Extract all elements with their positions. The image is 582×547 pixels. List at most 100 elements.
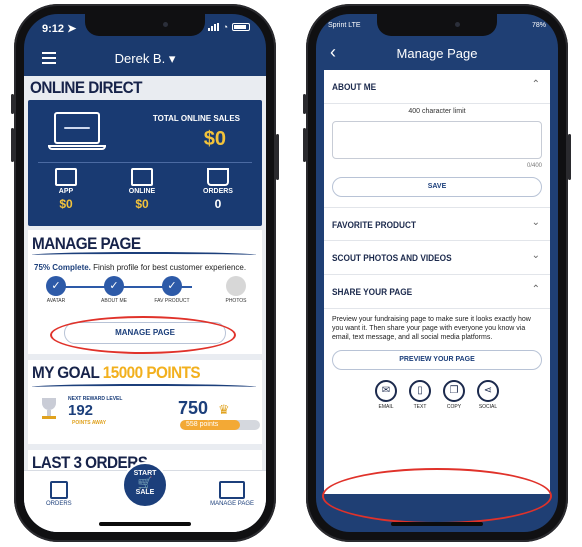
accordion-title: SCOUT PHOTOS AND VIDEOS: [332, 253, 452, 263]
sale-label: SALE: [135, 489, 155, 496]
share-copy[interactable]: ❐ COPY: [441, 380, 467, 410]
mute-switch: [303, 94, 306, 114]
online-direct-title: ONLINE DIRECT: [30, 78, 143, 97]
accordion-about-me[interactable]: ABOUT ME ⌃: [324, 70, 550, 104]
dashboard: ONLINE DIRECT TOTAL ONLINE SALES $0 APP …: [24, 76, 266, 532]
accordion-title: FAVORITE PRODUCT: [332, 220, 417, 230]
power-button: [568, 134, 571, 180]
step-photos[interactable]: PHOTOS: [214, 276, 258, 304]
completion-text: 75% Complete. Finish profile for best cu…: [34, 263, 246, 272]
crown-icon: ♛: [218, 402, 230, 417]
goal-title-prefix: MY GOAL: [32, 363, 103, 382]
profile-card-icon: [219, 481, 246, 499]
stat-value: $0: [135, 197, 149, 211]
notch: [85, 14, 205, 36]
mute-switch: [11, 94, 14, 114]
chevron-down-icon: ⌄: [531, 250, 540, 261]
manage-page-content: ABOUT ME ⌃ 400 character limit 0/400 SAV…: [324, 70, 550, 494]
tab-manage-page[interactable]: MANAGE PAGE: [210, 481, 254, 507]
points-away-label: POINTS AWAY: [72, 420, 107, 426]
stat-online: ONLINE $0: [112, 168, 172, 211]
share-label: EMAIL: [378, 404, 394, 410]
cart-icon: [207, 168, 229, 186]
volume-up-button: [303, 128, 306, 162]
swoosh-divider: [32, 252, 256, 258]
char-limit-note: 400 character limit: [408, 108, 466, 115]
total-online-sales-label: TOTAL ONLINE SALES: [152, 114, 240, 123]
preview-page-button[interactable]: PREVIEW YOUR PAGE: [332, 350, 542, 370]
monitor-icon: [131, 168, 153, 186]
stat-label: APP: [58, 188, 74, 195]
status-icons: ◔: [207, 22, 250, 32]
laptop-icon: [48, 112, 106, 152]
carrier-label: Sprint LTE: [328, 22, 361, 29]
battery-percent: 78%: [531, 22, 546, 29]
step-fav-product[interactable]: ✓ FAV PRODUCT: [150, 276, 194, 304]
phone-left: 9:12 ➤ ◔ Derek B. ▾ ONLINE DIRECT TOTAL …: [11, 4, 279, 542]
trophy-icon: [36, 398, 62, 422]
next-reward-value: 192: [68, 402, 94, 419]
email-icon: ✉: [375, 380, 397, 402]
share-label: COPY: [446, 404, 462, 410]
tab-label: MANAGE PAGE: [210, 501, 254, 507]
accordion-favorite-product[interactable]: FAVORITE PRODUCT ⌄: [324, 207, 550, 241]
home-indicator: [391, 522, 483, 526]
notch: [377, 14, 497, 36]
stat-value: $0: [59, 197, 73, 211]
user-switcher[interactable]: Derek B. ▾: [24, 51, 266, 67]
manage-page-button[interactable]: MANAGE PAGE: [64, 322, 226, 344]
completion-percent: 75% Complete.: [34, 263, 91, 272]
divider: [38, 162, 252, 163]
share-label: SOCIAL: [478, 404, 498, 410]
home-indicator: [99, 522, 191, 526]
phone-right: Sprint LTE 78% ‹ Manage Page ABOUT ME ⌃ …: [303, 4, 571, 542]
share-options: ✉ EMAIL ▯ TEXT ❐ COPY ⋖ SOCIAL: [324, 380, 550, 410]
goal-title: MY GOAL 15000 POINTS: [32, 363, 201, 383]
step-about-me[interactable]: ✓ ABOUT ME: [92, 276, 136, 304]
total-online-sales-value: $0: [203, 128, 226, 150]
step-avatar[interactable]: ✓ AVATAR: [34, 276, 78, 304]
page-title: Manage Page: [396, 46, 478, 61]
step-label: FAV PRODUCT: [154, 298, 190, 304]
share-text[interactable]: ▯ TEXT: [407, 380, 433, 410]
power-button: [276, 134, 279, 180]
app-header: Derek B. ▾: [24, 40, 266, 76]
share-social[interactable]: ⋖ SOCIAL: [475, 380, 501, 410]
screen-left: 9:12 ➤ ◔ Derek B. ▾ ONLINE DIRECT TOTAL …: [24, 14, 266, 532]
accordion-share[interactable]: SHARE YOUR PAGE ⌃: [324, 275, 550, 309]
stat-label: ORDERS: [203, 188, 233, 195]
page-header: ‹ Manage Page: [316, 36, 558, 70]
signal-icon: [207, 23, 219, 31]
phone-icon: ▯: [409, 380, 431, 402]
points-total: 750: [178, 398, 209, 418]
wifi-icon: ◔: [222, 22, 228, 32]
goal-title-points: 15000 POINTS: [102, 363, 201, 382]
stat-value: 0: [214, 197, 222, 211]
check-icon: ✓: [162, 276, 182, 296]
profile-steps: ✓ AVATAR ✓ ABOUT ME ✓ FAV PRODUCT PHOTOS: [34, 276, 256, 316]
points-progress-bar: 558 points: [180, 420, 260, 430]
step-label: PHOTOS: [225, 298, 247, 304]
check-icon: ✓: [46, 276, 66, 296]
manage-page-card: MANAGE PAGE 75% Complete. Finish profile…: [28, 230, 262, 354]
accordion-title: ABOUT ME: [332, 82, 377, 92]
stage: 9:12 ➤ ◔ Derek B. ▾ ONLINE DIRECT TOTAL …: [0, 0, 582, 547]
start-sale-button[interactable]: START 🛒 SALE: [122, 462, 168, 508]
step-label: AVATAR: [46, 298, 66, 304]
copy-icon: ❐: [443, 380, 465, 402]
save-button[interactable]: SAVE: [332, 177, 542, 197]
battery-icon: [232, 23, 250, 31]
chevron-up-icon: ⌃: [531, 284, 540, 295]
accordion-scout-photos[interactable]: SCOUT PHOTOS AND VIDEOS ⌄: [324, 241, 550, 275]
char-counter: 0/400: [526, 163, 542, 169]
chevron-up-icon: ⌃: [531, 79, 540, 90]
share-email[interactable]: ✉ EMAIL: [373, 380, 399, 410]
online-direct-panel: TOTAL ONLINE SALES $0 APP $0 ONLINE $0 O…: [28, 100, 262, 226]
share-label: TEXT: [413, 404, 427, 410]
stat-orders: ORDERS 0: [188, 168, 248, 211]
stat-label: ONLINE: [128, 188, 156, 195]
share-description: Preview your fundraising page to make su…: [332, 316, 531, 341]
pending-icon: [226, 276, 246, 296]
about-me-textarea[interactable]: [332, 121, 542, 159]
tab-orders[interactable]: ORDERS: [46, 481, 72, 507]
